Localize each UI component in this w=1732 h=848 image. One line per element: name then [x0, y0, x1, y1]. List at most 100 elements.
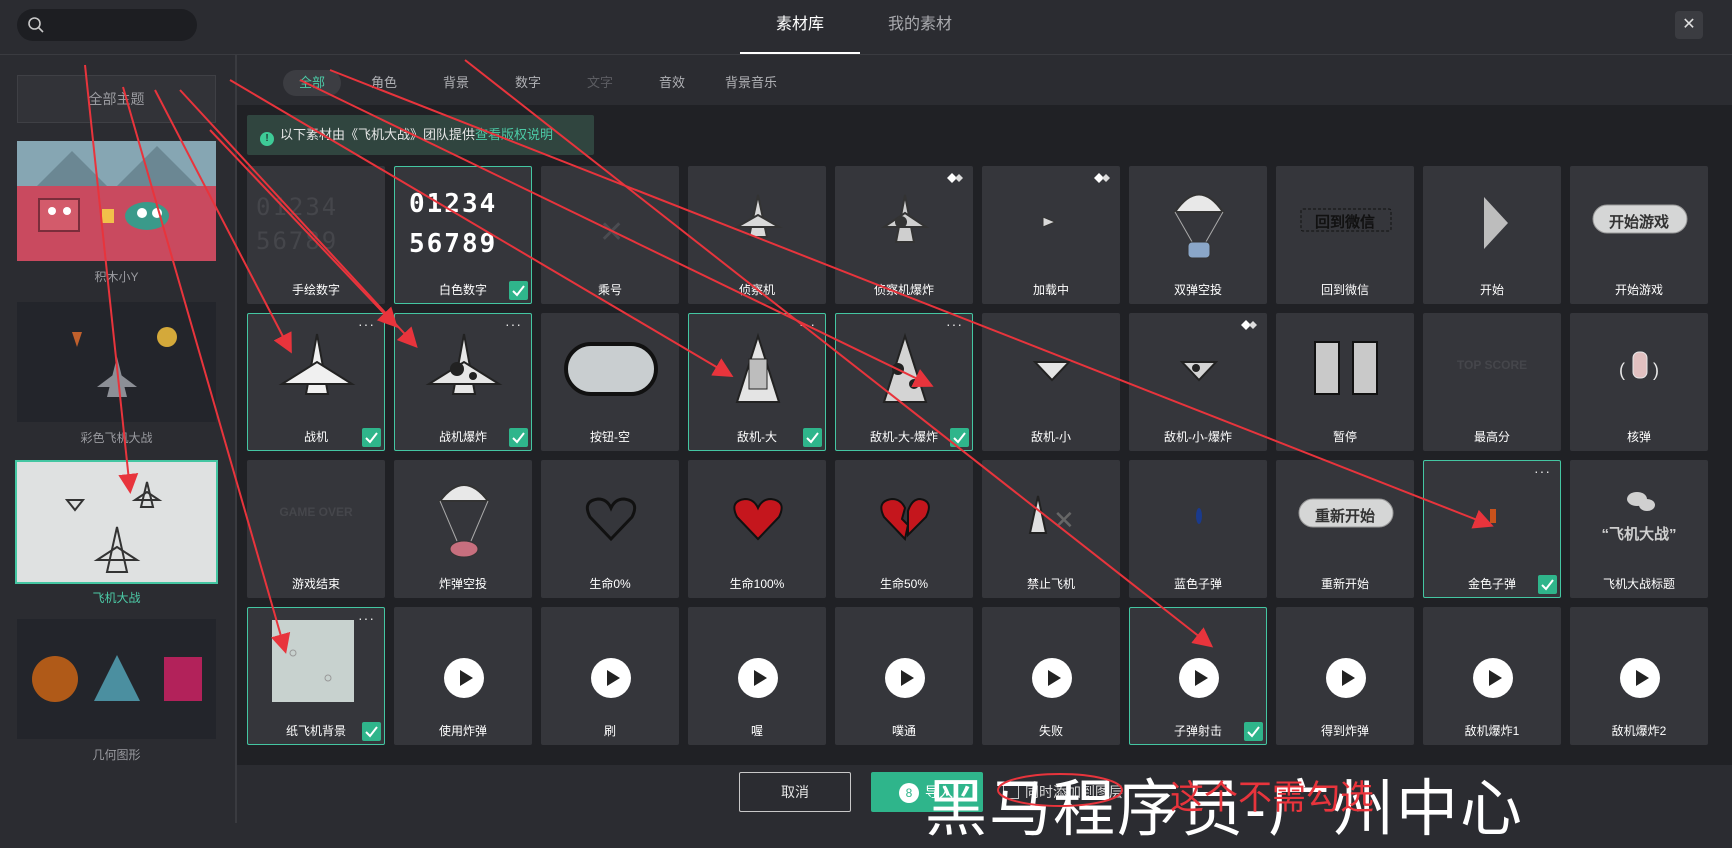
asset-card[interactable]: 刷	[541, 607, 679, 745]
checkbox-checked-icon[interactable]	[362, 428, 381, 447]
asset-card[interactable]: 按钮-空	[541, 313, 679, 451]
asset-card[interactable]: 炸弹空投	[394, 460, 532, 598]
asset-card[interactable]: 开始	[1423, 166, 1561, 304]
asset-card[interactable]: 敌机-小-爆炸	[1129, 313, 1267, 451]
asset-card[interactable]: 生命50%	[835, 460, 973, 598]
asset-name: 敌机-小	[1031, 430, 1071, 444]
play-icon[interactable]	[1179, 658, 1219, 698]
checkbox-checked-icon[interactable]	[1538, 575, 1557, 594]
more-options-icon[interactable]: ···	[1534, 463, 1551, 479]
more-options-icon[interactable]: ···	[505, 316, 522, 332]
asset-art-text: 开始游戏	[1608, 214, 1669, 231]
asset-card[interactable]: 使用炸弹	[394, 607, 532, 745]
asset-name: 加载中	[1032, 283, 1069, 297]
asset-card[interactable]: 生命100%	[688, 460, 826, 598]
asset-card[interactable]: 噗通	[835, 607, 973, 745]
more-options-icon[interactable]: ···	[799, 316, 816, 332]
pause-icon	[1314, 341, 1378, 395]
search-input[interactable]	[17, 9, 197, 41]
play-icon[interactable]	[444, 658, 484, 698]
tab-my-materials[interactable]: 我的素材	[860, 0, 980, 54]
asset-card[interactable]: 金色子弹 ···	[1423, 460, 1561, 598]
asset-card[interactable]: 子弹射击	[1129, 607, 1267, 745]
tab-digits[interactable]: 数字	[499, 70, 557, 96]
theme-geometry[interactable]: 几何图形	[17, 619, 216, 763]
asset-card[interactable]: 侦察机	[688, 166, 826, 304]
asset-name: 核弹	[1626, 430, 1651, 444]
tab-roles[interactable]: 角色	[355, 70, 413, 96]
asset-card[interactable]: 暂停	[1276, 313, 1414, 451]
more-options-icon[interactable]: ···	[358, 316, 375, 332]
checkbox-checked-icon[interactable]	[1244, 722, 1263, 741]
checkbox-checked-icon[interactable]	[509, 428, 528, 447]
asset-card[interactable]: 双弹空投	[1129, 166, 1267, 304]
theme-jimu[interactable]: 积木小Y	[17, 141, 216, 285]
asset-card[interactable]: ✕ 乘号	[541, 166, 679, 304]
tab-sound-effects[interactable]: 音效	[643, 70, 701, 96]
checkbox-checked-icon[interactable]	[950, 428, 969, 447]
all-themes-button[interactable]: 全部主题	[17, 75, 216, 123]
more-options-icon[interactable]: ···	[358, 610, 375, 626]
asset-card[interactable]: “飞机大战” 飞机大战标题	[1570, 460, 1708, 598]
bomb-parachute-icon	[437, 484, 491, 558]
asset-name: 开始游戏	[1614, 283, 1663, 297]
asset-card[interactable]: 喔	[688, 607, 826, 745]
checkbox-checked-icon[interactable]	[362, 722, 381, 741]
asset-card[interactable]: 开始游戏 开始游戏	[1570, 166, 1708, 304]
tab-all[interactable]: 全部	[283, 70, 342, 96]
more-options-icon[interactable]: ···	[946, 316, 963, 332]
asset-card[interactable]: 敌机爆炸1	[1423, 607, 1561, 745]
checkbox-checked-icon[interactable]	[509, 281, 528, 300]
theme-plane-war[interactable]: 飞机大战	[15, 460, 218, 606]
asset-card[interactable]: ✕ 禁止飞机	[982, 460, 1120, 598]
asset-card[interactable]: 侦察机爆炸	[835, 166, 973, 304]
asset-card[interactable]: 战机 ···	[247, 313, 385, 451]
blue-bullet-icon	[1196, 508, 1202, 524]
asset-card[interactable]: 敌机-大-爆炸 ···	[835, 313, 973, 451]
asset-card[interactable]: 战机爆炸 ···	[394, 313, 532, 451]
asset-card[interactable]: 得到炸弹	[1276, 607, 1414, 745]
tab-backgrounds[interactable]: 背景	[427, 70, 485, 96]
asset-card[interactable]: () 核弹	[1570, 313, 1708, 451]
play-icon[interactable]	[885, 658, 925, 698]
tab-material-library[interactable]: 素材库	[740, 0, 860, 54]
theme-color-plane-war[interactable]: 彩色飞机大战	[17, 302, 216, 446]
play-icon[interactable]	[1620, 658, 1660, 698]
close-icon: ✕	[1682, 16, 1696, 33]
asset-card[interactable]: 失败	[982, 607, 1120, 745]
asset-card[interactable]: 加载中	[982, 166, 1120, 304]
copyright-notice: ! 以下素材由《飞机大战》团队提供查看版权说明	[247, 115, 594, 155]
asset-name: 噗通	[891, 724, 916, 738]
asset-card[interactable]: 01234 56789 白色数字	[394, 166, 532, 304]
asset-card[interactable]: 敌机-小	[982, 313, 1120, 451]
annotation-note: 这个不需勾选	[1170, 778, 1374, 818]
asset-card[interactable]: GAME OVER 游戏结束	[247, 460, 385, 598]
asset-name: 开始	[1479, 283, 1504, 297]
asset-card[interactable]: 回到微信 回到微信	[1276, 166, 1414, 304]
asset-card[interactable]: 01234 56789 手绘数字	[247, 166, 385, 304]
asset-card[interactable]: 生命0%	[541, 460, 679, 598]
copyright-link[interactable]: 查看版权说明	[475, 127, 553, 142]
play-icon[interactable]	[591, 658, 631, 698]
play-icon[interactable]	[1473, 658, 1513, 698]
close-button[interactable]: ✕	[1675, 11, 1703, 39]
asset-name: 重新开始	[1320, 577, 1369, 591]
asset-card[interactable]: 敌机-大 ···	[688, 313, 826, 451]
asset-card[interactable]: TOP SCORE 最高分	[1423, 313, 1561, 451]
checkbox-checked-icon[interactable]	[803, 428, 822, 447]
play-icon[interactable]	[738, 658, 778, 698]
top-bar: 素材库 我的素材 ✕	[0, 0, 1732, 55]
asset-card[interactable]: 重新开始 重新开始	[1276, 460, 1414, 598]
play-icon[interactable]	[1326, 658, 1366, 698]
asset-card[interactable]: 蓝色子弹	[1129, 460, 1267, 598]
asset-name: 失败	[1038, 724, 1063, 738]
asset-name: 使用炸弹	[438, 724, 487, 738]
tab-bgm[interactable]: 背景音乐	[709, 70, 793, 96]
svg-text:✕: ✕	[599, 216, 624, 249]
asset-card[interactable]: 敌机爆炸2	[1570, 607, 1708, 745]
import-count-badge: 8	[899, 783, 919, 803]
asset-card[interactable]: 纸飞机背景 ···	[247, 607, 385, 745]
play-icon[interactable]	[1032, 658, 1072, 698]
theme-thumbnail	[15, 460, 218, 584]
cancel-button[interactable]: 取消	[739, 772, 851, 812]
